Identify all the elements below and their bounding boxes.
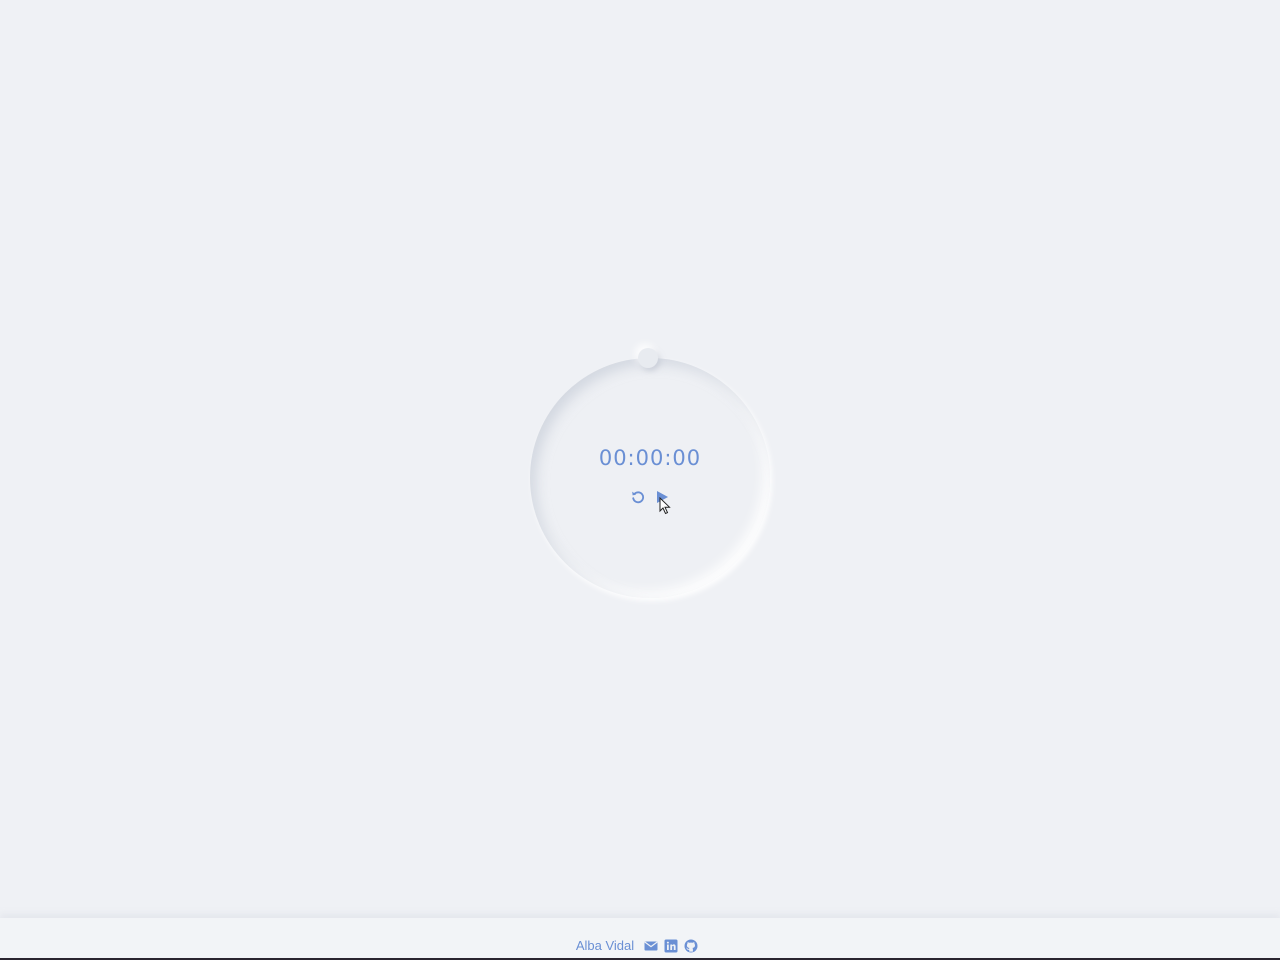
mail-icon[interactable] xyxy=(644,939,658,953)
reset-button[interactable] xyxy=(630,489,646,505)
linkedin-icon[interactable] xyxy=(664,939,678,953)
footer-content: Alba Vidal xyxy=(0,938,1280,954)
page: 00:00:00 Alba Vidal xyxy=(0,0,1280,960)
author-name: Alba Vidal xyxy=(575,938,635,953)
footer: Alba Vidal xyxy=(0,918,1280,958)
timer-display: 00:00:00 xyxy=(598,446,702,470)
mouse-pointer-icon xyxy=(659,496,671,515)
timer-dial xyxy=(530,358,770,598)
reset-icon xyxy=(630,489,646,505)
progress-knob[interactable] xyxy=(638,348,658,368)
github-icon[interactable] xyxy=(684,939,698,953)
